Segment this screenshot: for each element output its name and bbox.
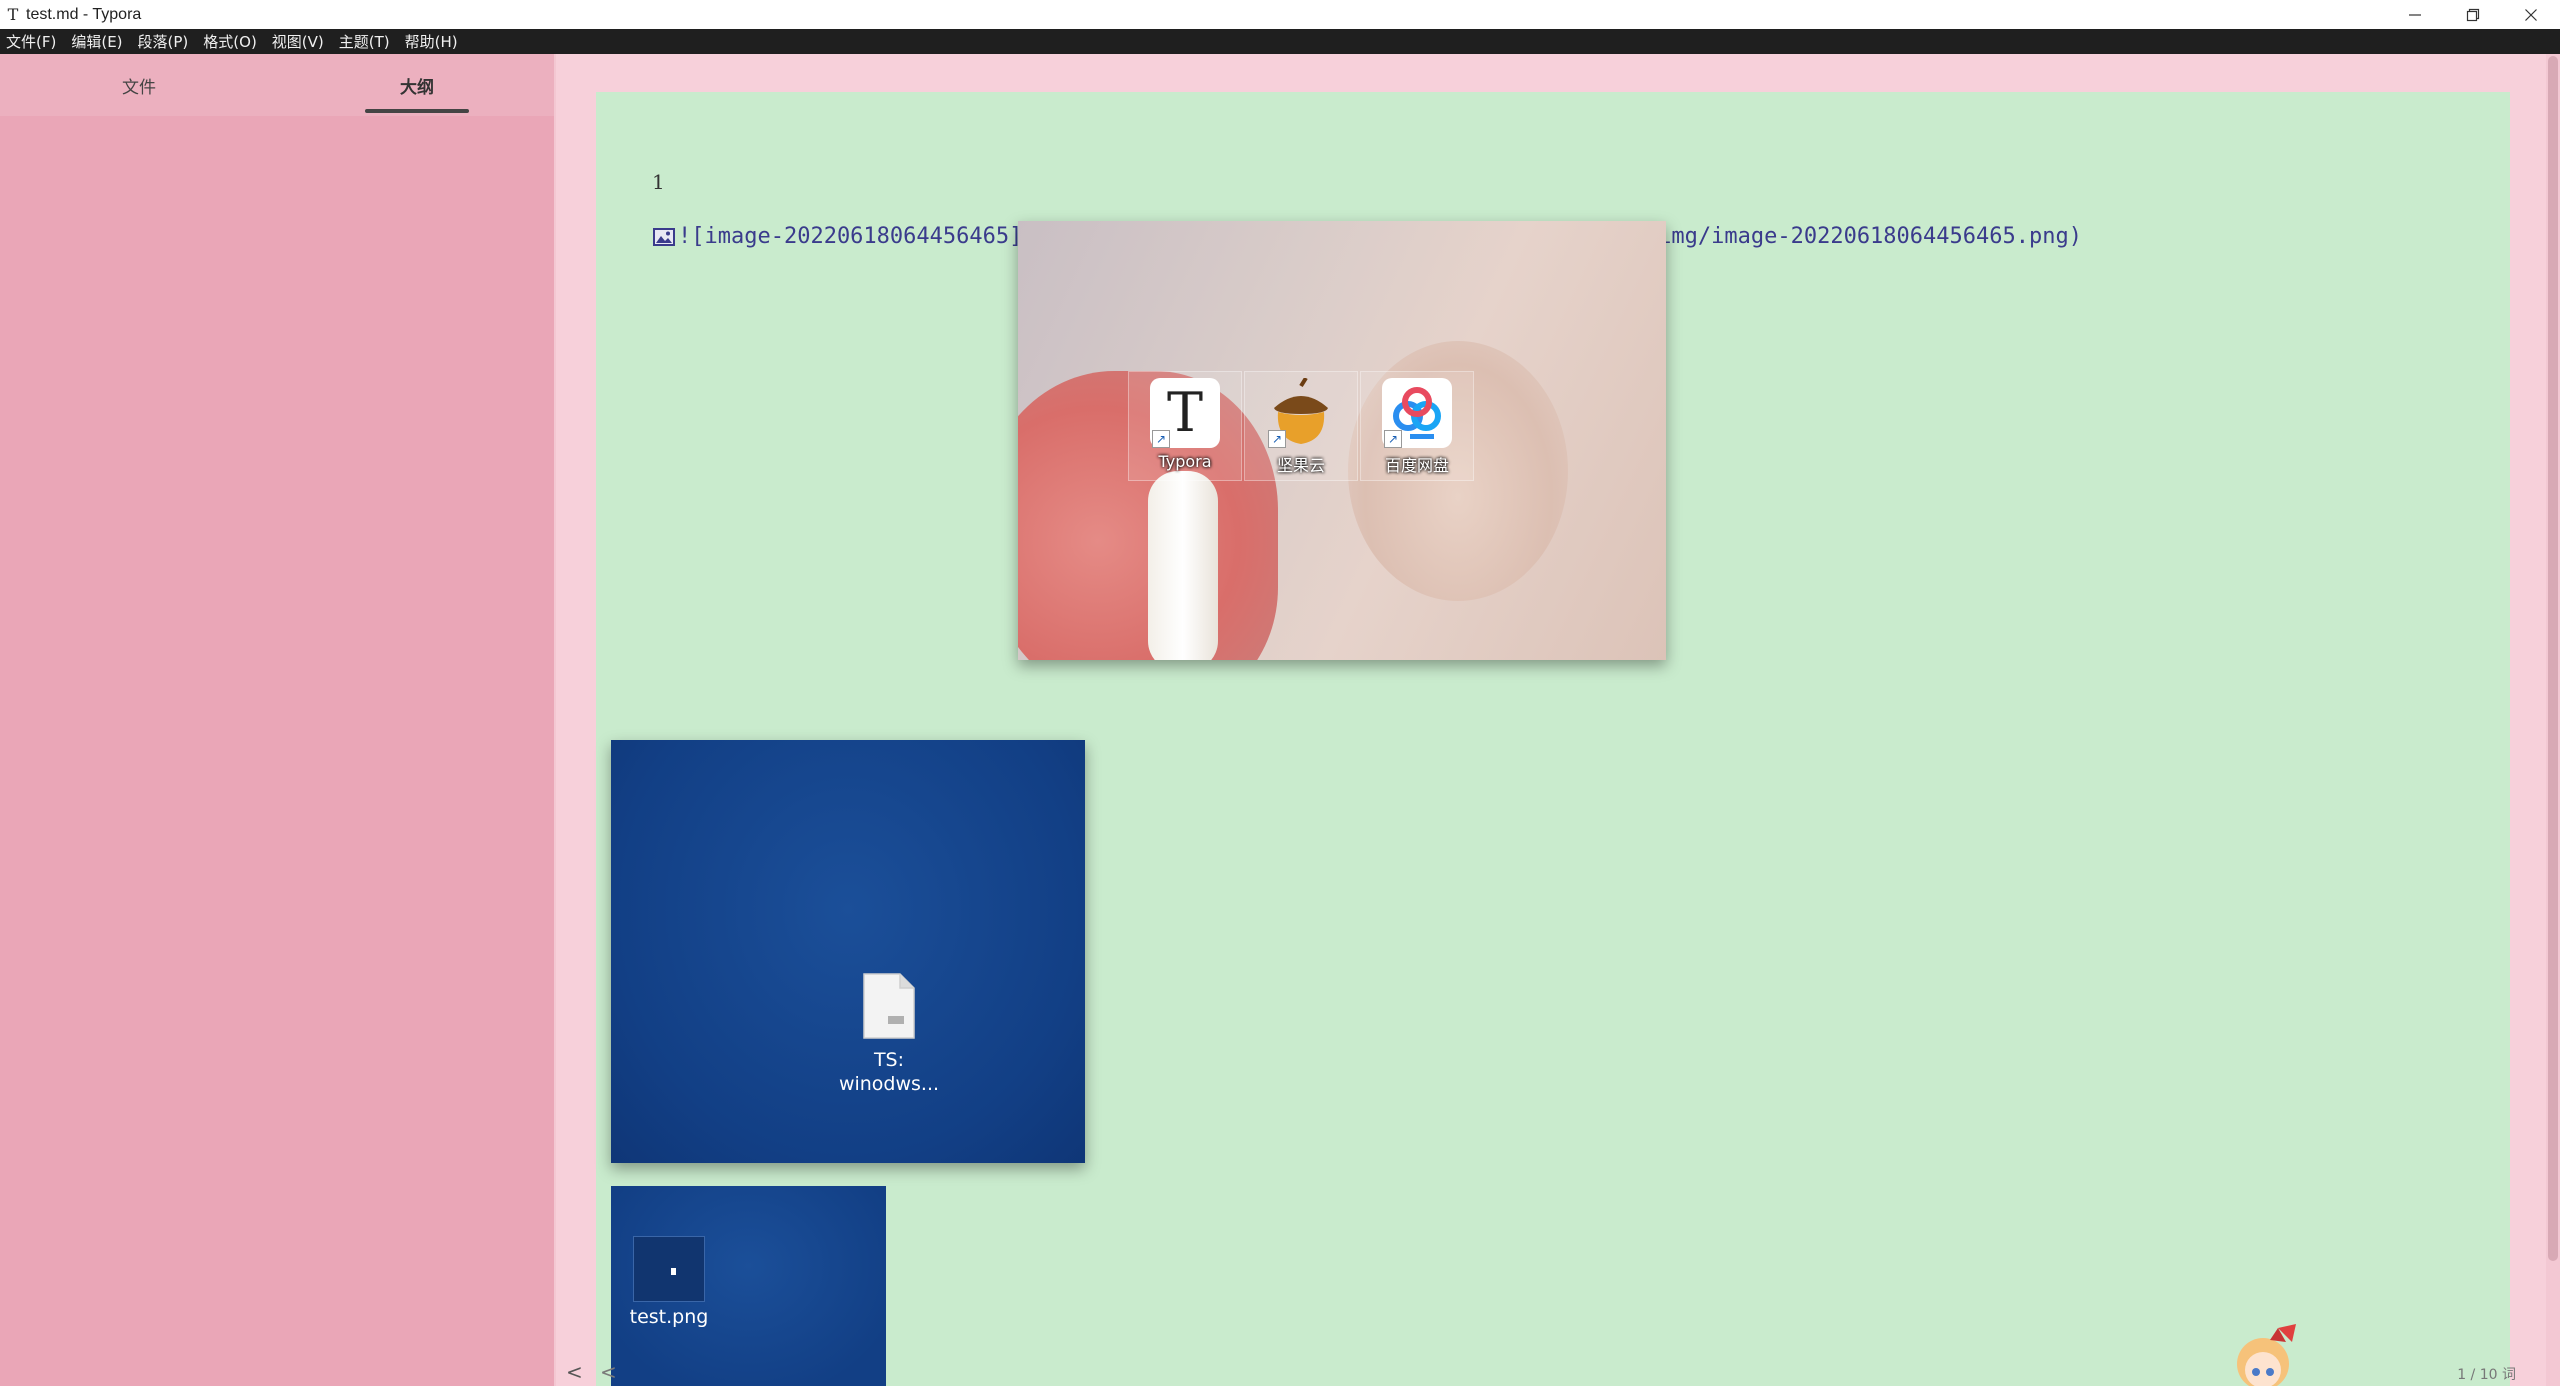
- image-preview-test-png[interactable]: test.png: [611, 1186, 886, 1386]
- minimize-button[interactable]: [2386, 0, 2444, 29]
- sidebar-toggle-button[interactable]: <: [566, 1360, 583, 1384]
- image-preview-desktop-icons[interactable]: T ↗ Typora ↗ 坚果云 ↗ 百度网盘: [1018, 221, 1666, 660]
- acorn-icon: ↗: [1266, 378, 1336, 448]
- scrollbar-thumb[interactable]: [2548, 56, 2558, 1261]
- typora-app-icon: T: [7, 5, 19, 24]
- shortcut-arrow-icon: ↗: [1268, 430, 1286, 448]
- window-title: test.md - Typora: [26, 5, 142, 23]
- menu-theme[interactable]: 主题(T): [339, 31, 390, 52]
- restore-icon: [2466, 8, 2480, 21]
- image-file-thumbnail-icon: [633, 1236, 705, 1302]
- desktop-icon-label: Typora: [1158, 452, 1212, 471]
- sidebar-tabs: 文件 大纲: [0, 54, 556, 116]
- menu-bar: 文件(F) 编辑(E) 段落(P) 格式(O) 视图(V) 主题(T) 帮助(H…: [0, 29, 2560, 54]
- image-preview-file[interactable]: TS: winodws...: [611, 740, 1085, 1163]
- file-label-line2: winodws...: [838, 1073, 940, 1095]
- menu-view[interactable]: 视图(V): [272, 31, 324, 52]
- word-count[interactable]: 1 / 10 词: [2457, 1364, 2516, 1384]
- sidebar: 文件 大纲: [0, 54, 556, 1386]
- tab-files[interactable]: 文件: [0, 54, 278, 116]
- close-icon: [2525, 8, 2537, 21]
- desktop-icon-label: 百度网盘: [1384, 456, 1449, 475]
- typora-icon: T ↗: [1150, 378, 1220, 448]
- desktop-icon-baidu-netdisk: ↗ 百度网盘: [1360, 371, 1474, 481]
- menu-edit[interactable]: 编辑(E): [71, 31, 122, 52]
- close-button[interactable]: [2502, 0, 2560, 29]
- desktop-icon-label: 坚果云: [1276, 456, 1325, 475]
- file-label: TS: winodws...: [801, 1048, 977, 1096]
- menu-file[interactable]: 文件(F): [6, 31, 56, 52]
- title-bar: T test.md - Typora: [0, 0, 2560, 29]
- restore-button[interactable]: [2444, 0, 2502, 29]
- image-icon: [653, 227, 675, 246]
- minimize-icon: [2409, 13, 2421, 16]
- menu-format[interactable]: 格式(O): [203, 31, 257, 52]
- desktop-icon-jianguoyun: ↗ 坚果云: [1244, 371, 1358, 481]
- mascot-character-icon: [2237, 1324, 2296, 1386]
- desktop-icon-typora: T ↗ Typora: [1128, 371, 1242, 481]
- shortcut-arrow-icon: ↗: [1384, 430, 1402, 448]
- source-mode-toggle-button[interactable]: <: [600, 1360, 617, 1384]
- file-label-line1: TS:: [873, 1049, 905, 1071]
- file-label: test.png: [629, 1306, 709, 1328]
- shortcut-arrow-icon: ↗: [1152, 430, 1170, 448]
- menu-paragraph[interactable]: 段落(P): [138, 31, 189, 52]
- paragraph-text[interactable]: 1: [652, 170, 665, 194]
- thumbnail-dot: [671, 1268, 676, 1275]
- baidu-netdisk-icon: ↗: [1382, 378, 1452, 448]
- window-controls: [2386, 0, 2560, 29]
- tab-outline[interactable]: 大纲: [278, 54, 556, 116]
- teeth-shape: [1148, 471, 1218, 660]
- menu-help[interactable]: 帮助(H): [405, 31, 458, 52]
- document-file-icon: [863, 973, 915, 1039]
